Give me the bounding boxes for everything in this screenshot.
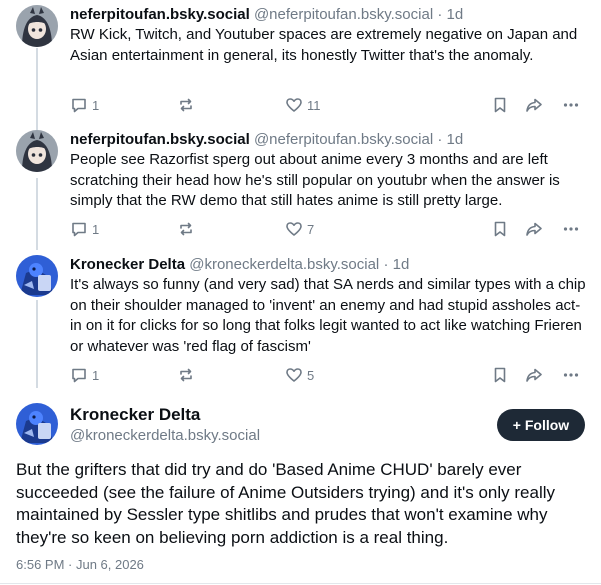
handle[interactable]: @neferpitoufan.bsky.social (254, 6, 433, 23)
bookmark-button[interactable] (491, 95, 509, 115)
main-post-text: But the grifters that did try and do 'Ba… (16, 460, 556, 547)
avatar-image (16, 403, 58, 445)
like-count: 7 (307, 221, 315, 237)
avatar-image (16, 255, 58, 297)
like-button[interactable]: 7 (285, 219, 314, 239)
post-actions: 1 7 (70, 219, 585, 239)
reply-button[interactable]: 1 (70, 219, 99, 239)
more-options-button[interactable] (562, 95, 580, 115)
bookmark-icon (494, 97, 506, 113)
repost-button[interactable] (177, 95, 195, 115)
like-button[interactable]: 11 (285, 95, 321, 115)
bookmark-icon (494, 367, 506, 383)
bookmark-button[interactable] (491, 365, 509, 385)
divider (0, 583, 601, 584)
post-text: It's always so funny (and very sad) that… (70, 276, 586, 355)
share-button[interactable] (525, 365, 543, 385)
like-count: 5 (307, 367, 315, 383)
reply-count: 1 (92, 367, 100, 383)
reply-count: 1 (92, 221, 100, 237)
display-name[interactable]: Kronecker Delta (70, 256, 185, 273)
repost-button[interactable] (177, 365, 195, 385)
avatar-neferpitoufan[interactable] (16, 5, 58, 47)
reply-post[interactable]: Kronecker Delta @kroneckerdelta.bsky.soc… (0, 255, 601, 390)
display-name[interactable]: neferpitoufan.bsky.social (70, 131, 250, 148)
repost-icon (180, 98, 192, 112)
heart-icon (286, 368, 302, 382)
reply-post[interactable]: neferpitoufan.bsky.social @neferpitoufan… (0, 130, 601, 245)
post-header: neferpitoufan.bsky.social @neferpitoufan… (70, 5, 463, 25)
more-options-button[interactable] (562, 219, 580, 239)
post-header: neferpitoufan.bsky.social @neferpitoufan… (70, 130, 463, 150)
post-age[interactable]: · 1d (437, 131, 463, 148)
post-age[interactable]: · 1d (383, 256, 409, 273)
main-post-display-name[interactable]: Kronecker Delta (70, 404, 200, 426)
share-icon (526, 368, 542, 382)
like-button[interactable]: 5 (285, 365, 314, 385)
more-icon (563, 227, 579, 231)
reply-button[interactable]: 1 (70, 365, 99, 385)
main-post-handle[interactable]: @kroneckerdelta.bsky.social (70, 426, 260, 446)
reply-icon (72, 368, 86, 383)
reply-icon (72, 98, 86, 113)
post-text: People see Razorfist sperg out about ani… (70, 151, 560, 209)
heart-icon (286, 98, 302, 112)
more-icon (563, 373, 579, 377)
more-icon (563, 103, 579, 107)
heart-icon (286, 222, 302, 236)
main-post-avatar[interactable] (16, 403, 58, 445)
reply-post[interactable]: neferpitoufan.bsky.social @neferpitoufan… (0, 5, 601, 120)
reply-count: 1 (92, 97, 100, 113)
repost-button[interactable] (177, 219, 195, 239)
avatar-kroneckerdelta[interactable] (16, 255, 58, 297)
post-actions: 1 11 (70, 95, 585, 115)
post-header: Kronecker Delta @kroneckerdelta.bsky.soc… (70, 255, 409, 275)
repost-icon (180, 368, 192, 382)
avatar-image (16, 130, 58, 172)
repost-icon (180, 222, 192, 236)
more-options-button[interactable] (562, 365, 580, 385)
share-icon (526, 222, 542, 236)
handle[interactable]: @neferpitoufan.bsky.social (254, 131, 433, 148)
follow-button[interactable]: + Follow (497, 409, 585, 441)
bookmark-icon (494, 221, 506, 237)
like-count: 11 (307, 97, 321, 113)
share-button[interactable] (525, 95, 543, 115)
post-text: RW Kick, Twitch, and Youtuber spaces are… (70, 26, 578, 64)
avatar-image (16, 5, 58, 47)
avatar-neferpitoufan[interactable] (16, 130, 58, 172)
share-icon (526, 98, 542, 112)
display-name[interactable]: neferpitoufan.bsky.social (70, 6, 250, 23)
post-actions: 1 5 (70, 365, 585, 385)
bookmark-button[interactable] (491, 219, 509, 239)
post-age[interactable]: · 1d (437, 6, 463, 23)
handle[interactable]: @kroneckerdelta.bsky.social (189, 256, 379, 273)
share-button[interactable] (525, 219, 543, 239)
main-post-timestamp[interactable]: 6:56 PM · Jun 6, 2026 (16, 557, 144, 572)
reply-icon (72, 222, 86, 237)
reply-button[interactable]: 1 (70, 95, 99, 115)
